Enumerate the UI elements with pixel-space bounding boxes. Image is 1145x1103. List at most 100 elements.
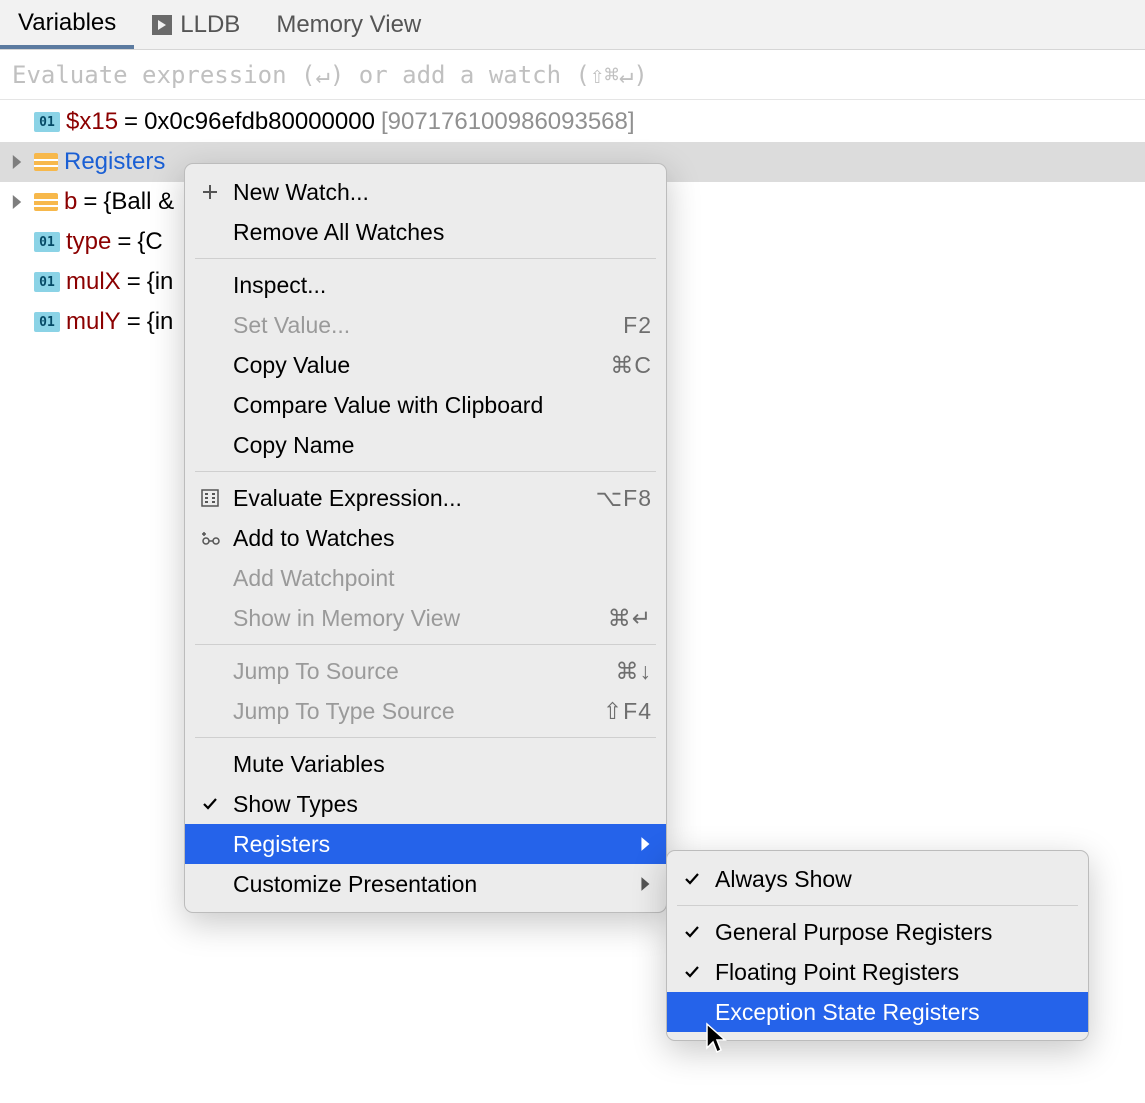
menu-evaluate-expression[interactable]: Evaluate Expression... ⌥F8 [185,478,666,518]
equals-text: = [124,108,138,136]
struct-badge-icon [34,153,58,171]
tab-lldb[interactable]: LLDB [134,0,258,49]
menu-label: Always Show [715,866,1074,893]
variable-row[interactable]: 01 $x15 = 0x0c96efdb80000000 [9071761009… [0,102,1145,142]
menu-separator [677,905,1078,906]
struct-badge-icon [34,193,58,211]
menu-label: Jump To Source [233,658,606,685]
glasses-plus-icon [197,525,223,551]
tab-variables[interactable]: Variables [0,0,134,49]
menu-label: Exception State Registers [715,999,1074,1026]
calculator-icon [197,485,223,511]
menu-mute-variables[interactable]: Mute Variables [185,744,666,784]
check-icon [679,959,705,985]
menu-shortcut: ⌥F8 [596,485,652,512]
menu-set-value: Set Value... F2 [185,305,666,345]
check-icon [197,791,223,817]
equals-text: = [127,268,141,296]
menu-label: Floating Point Registers [715,959,1074,986]
primitive-badge-icon: 01 [34,312,60,332]
primitive-badge-icon: 01 [34,272,60,292]
variable-value: 0x0c96efdb80000000 [144,108,375,136]
variable-name: mulY [66,308,121,336]
menu-shortcut: ⌘↓ [616,658,653,685]
menu-label: Registers [233,831,630,858]
tab-memory-view[interactable]: Memory View [258,0,439,49]
menu-label: Add Watchpoint [233,565,652,592]
menu-separator [195,644,656,645]
evaluate-expression-input[interactable]: Evaluate expression (↵) or add a watch (… [0,50,1145,100]
menu-inspect[interactable]: Inspect... [185,265,666,305]
variable-name: type [66,228,111,256]
chevron-right-icon [640,871,652,898]
menu-label: Evaluate Expression... [233,485,586,512]
variable-value: {C [137,228,162,256]
menu-label: General Purpose Registers [715,919,1074,946]
tab-label: LLDB [180,11,240,39]
variable-value-decimal: [907176100986093568] [381,108,635,136]
tab-label: Memory View [276,11,421,39]
menu-registers[interactable]: Registers [185,824,666,864]
menu-shortcut: F2 [623,312,652,339]
tab-bar: Variables LLDB Memory View [0,0,1145,50]
variable-name: $x15 [66,108,118,136]
chevron-right-icon[interactable] [6,148,28,176]
submenu-general-purpose-registers[interactable]: General Purpose Registers [667,912,1088,952]
context-menu: New Watch... Remove All Watches Inspect.… [184,163,667,913]
equals-text: = [83,188,97,216]
chevron-right-icon[interactable] [6,188,28,216]
menu-label: Set Value... [233,312,613,339]
submenu-exception-state-registers[interactable]: Exception State Registers [667,992,1088,1032]
primitive-badge-icon: 01 [34,112,60,132]
menu-show-types[interactable]: Show Types [185,784,666,824]
equals-text: = [117,228,131,256]
menu-show-in-memory: Show in Memory View ⌘↵ [185,598,666,638]
variable-name: mulX [66,268,121,296]
run-icon [152,15,172,35]
input-placeholder: Evaluate expression (↵) or add a watch (… [12,61,648,89]
menu-copy-name[interactable]: Copy Name [185,425,666,465]
menu-label: Customize Presentation [233,871,630,898]
menu-label: Copy Name [233,432,652,459]
menu-separator [195,258,656,259]
menu-label: Show Types [233,791,652,818]
check-icon [679,919,705,945]
primitive-badge-icon: 01 [34,232,60,252]
menu-shortcut: ⇧F4 [603,698,652,725]
menu-label: Mute Variables [233,751,652,778]
menu-new-watch[interactable]: New Watch... [185,172,666,212]
plus-icon [197,179,223,205]
variable-value: {in [147,308,174,336]
menu-jump-to-type-source: Jump To Type Source ⇧F4 [185,691,666,731]
menu-copy-value[interactable]: Copy Value ⌘C [185,345,666,385]
menu-remove-all-watches[interactable]: Remove All Watches [185,212,666,252]
menu-compare-clipboard[interactable]: Compare Value with Clipboard [185,385,666,425]
menu-label: Inspect... [233,272,652,299]
menu-separator [195,471,656,472]
menu-label: Jump To Type Source [233,698,593,725]
submenu-always-show[interactable]: Always Show [667,859,1088,899]
variable-value: {Ball & [103,188,174,216]
check-icon [679,866,705,892]
menu-label: Compare Value with Clipboard [233,392,652,419]
submenu-floating-point-registers[interactable]: Floating Point Registers [667,952,1088,992]
menu-shortcut: ⌘↵ [608,605,652,632]
menu-jump-to-source: Jump To Source ⌘↓ [185,651,666,691]
menu-add-watchpoint: Add Watchpoint [185,558,666,598]
chevron-right-icon [640,831,652,858]
equals-text: = [127,308,141,336]
menu-customize-presentation[interactable]: Customize Presentation [185,864,666,904]
registers-submenu: Always Show General Purpose Registers Fl… [666,850,1089,1041]
menu-label: Remove All Watches [233,219,652,246]
variable-name: Registers [64,148,165,176]
menu-label: Add to Watches [233,525,652,552]
menu-shortcut: ⌘C [610,352,652,379]
menu-add-to-watches[interactable]: Add to Watches [185,518,666,558]
menu-label: Copy Value [233,352,600,379]
menu-separator [195,737,656,738]
menu-label: New Watch... [233,179,652,206]
menu-label: Show in Memory View [233,605,598,632]
variable-value: {in [147,268,174,296]
variable-name: b [64,188,77,216]
tab-label: Variables [18,9,116,37]
